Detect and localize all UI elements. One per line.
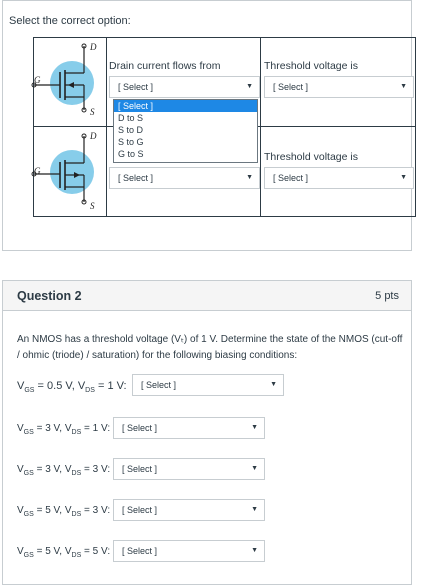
terminal-s-2: S — [90, 201, 95, 211]
chevron-down-icon: ▼ — [251, 547, 258, 554]
condition-label-4: VGS = 5 V, VDS = 3 V: — [17, 505, 111, 518]
question-title: Question 2 — [17, 289, 82, 303]
state-select-2[interactable]: [ Select ] ▼ — [113, 417, 265, 439]
chevron-down-icon: ▼ — [400, 174, 407, 181]
threshold-select-1[interactable]: [ Select ] ▼ — [264, 76, 414, 98]
terminal-g-2: G — [34, 166, 41, 176]
terminal-s-1: S — [90, 107, 95, 117]
drain-current-select-1[interactable]: [ Select ] ▼ — [109, 76, 260, 98]
state-select-5[interactable]: [ Select ] ▼ — [113, 540, 265, 562]
chevron-down-icon: ▼ — [251, 465, 258, 472]
drain-current-dropdown-list: [ Select ] D to S S to D S to G G to S — [113, 99, 258, 163]
state-select-1[interactable]: [ Select ] ▼ — [132, 374, 284, 396]
dropdown-option[interactable]: S to G — [114, 136, 257, 148]
chevron-down-icon: ▼ — [270, 381, 277, 388]
question-points: 5 pts — [375, 290, 399, 302]
chevron-down-icon: ▼ — [251, 506, 258, 513]
threshold-header-1: Threshold voltage is — [264, 60, 358, 72]
drain-current-select-2[interactable]: [ Select ] ▼ — [109, 167, 260, 189]
chevron-down-icon: ▼ — [246, 174, 253, 181]
question-instruction: Select the correct option: — [9, 15, 131, 27]
chevron-down-icon: ▼ — [251, 424, 258, 431]
condition-label-2: VGS = 3 V, VDS = 1 V: — [17, 423, 111, 436]
terminal-d-1: D — [90, 42, 97, 52]
dropdown-option[interactable]: [ Select ] — [114, 100, 257, 112]
state-select-3[interactable]: [ Select ] ▼ — [113, 458, 265, 480]
drain-current-header: Drain current flows from — [109, 60, 221, 72]
condition-label-5: VGS = 5 V, VDS = 5 V: — [17, 546, 111, 559]
threshold-select-2[interactable]: [ Select ] ▼ — [264, 167, 414, 189]
terminal-g-1: G — [34, 75, 41, 85]
chevron-down-icon: ▼ — [400, 83, 407, 90]
condition-label-3: VGS = 3 V, VDS = 3 V: — [17, 464, 111, 477]
question-header: Question 2 5 pts — [3, 281, 411, 311]
question-text: An NMOS has a threshold voltage (Vₜ) of … — [17, 334, 403, 361]
dropdown-option[interactable]: G to S — [114, 148, 257, 160]
terminal-d-2: D — [90, 131, 97, 141]
chevron-down-icon: ▼ — [246, 83, 253, 90]
dropdown-option[interactable]: S to D — [114, 124, 257, 136]
state-select-4[interactable]: [ Select ] ▼ — [113, 499, 265, 521]
threshold-header-2: Threshold voltage is — [264, 151, 358, 163]
dropdown-option[interactable]: D to S — [114, 112, 257, 124]
condition-label-1: VGS = 0.5 V, VDS = 1 V: — [17, 380, 127, 395]
